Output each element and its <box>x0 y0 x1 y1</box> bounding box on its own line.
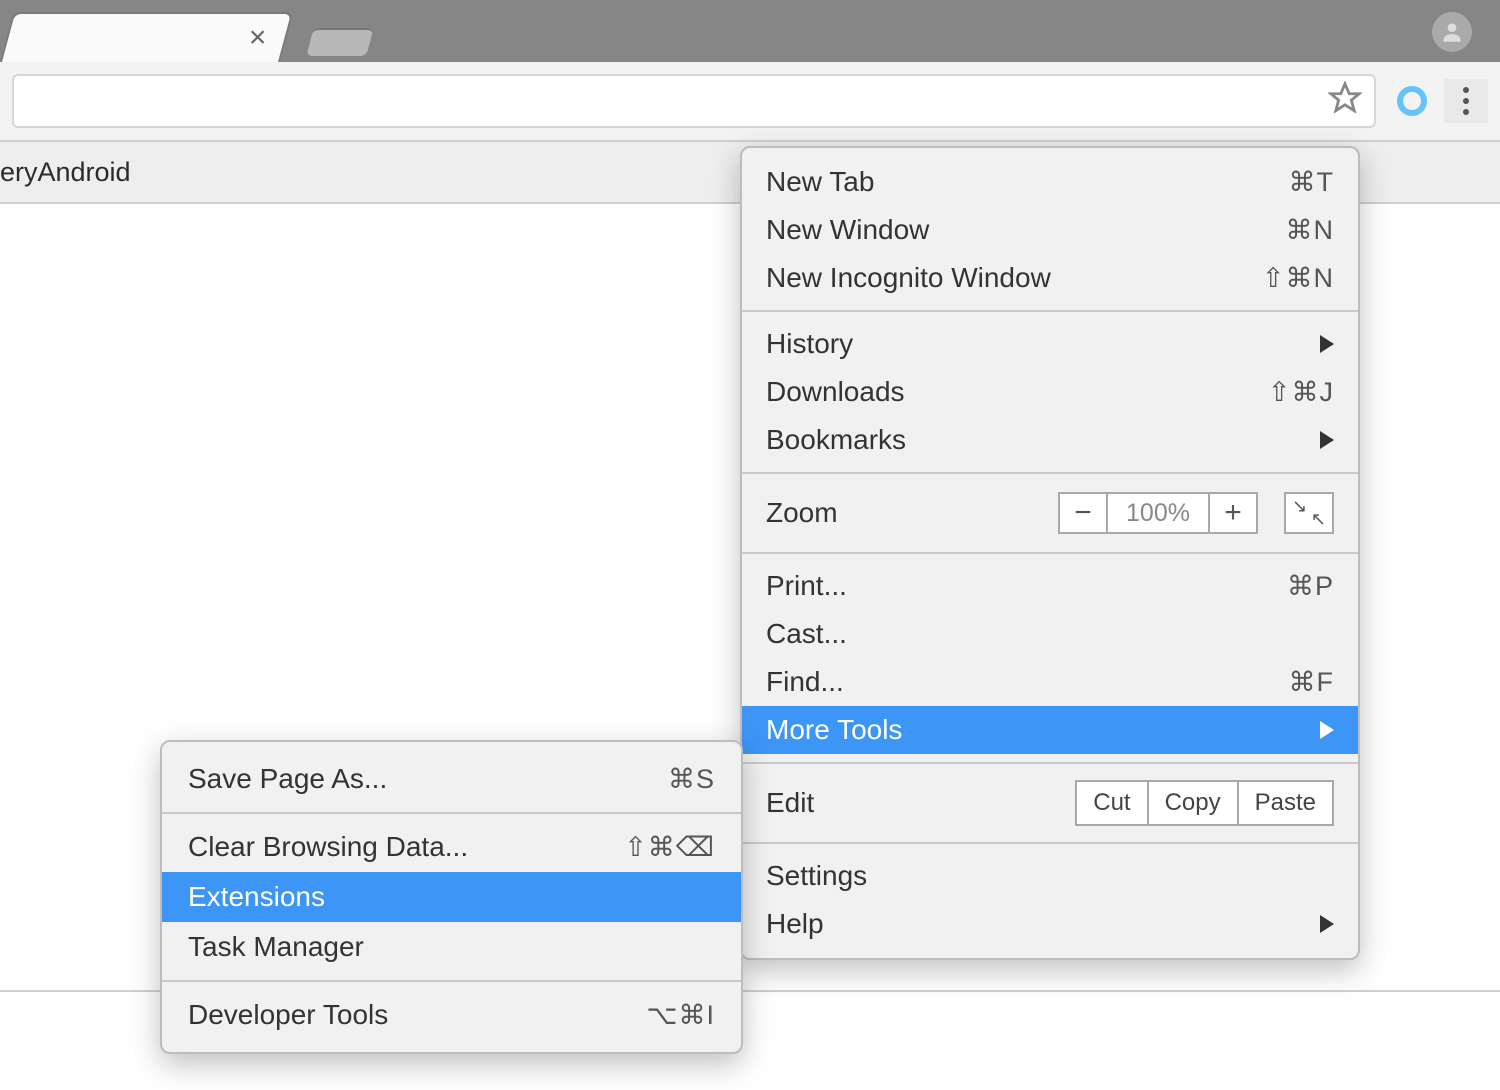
shortcut-text: ⌘N <box>1286 215 1335 246</box>
menu-item-label: Print... <box>766 570 1287 602</box>
close-tab-icon[interactable]: × <box>249 23 267 53</box>
page-path-text: eryAndroid <box>0 157 131 188</box>
zoom-value: 100% <box>1108 492 1208 534</box>
person-icon <box>1439 19 1465 45</box>
menu-new-tab[interactable]: New Tab ⌘T <box>742 158 1358 206</box>
menu-more-tools[interactable]: More Tools <box>742 706 1358 754</box>
address-bar[interactable] <box>12 74 1376 128</box>
kebab-dot-icon <box>1463 87 1469 93</box>
shortcut-text: ⌘P <box>1287 571 1334 602</box>
menu-new-incognito-window[interactable]: New Incognito Window ⇧⌘N <box>742 254 1358 302</box>
menu-print[interactable]: Print... ⌘P <box>742 562 1358 610</box>
menu-item-label: Help <box>766 908 1320 940</box>
menu-settings[interactable]: Settings <box>742 852 1358 900</box>
submenu-clear-browsing-data[interactable]: Clear Browsing Data... ⇧⌘⌫ <box>162 822 741 872</box>
menu-new-window[interactable]: New Window ⌘N <box>742 206 1358 254</box>
menu-item-label: New Tab <box>766 166 1289 198</box>
menu-item-label: Settings <box>766 860 1334 892</box>
menu-item-label: Cast... <box>766 618 1334 650</box>
menu-item-label: Downloads <box>766 376 1268 408</box>
menu-item-label: Edit <box>766 787 1075 819</box>
shortcut-text: ⇧⌘⌫ <box>624 832 715 863</box>
menu-separator <box>162 980 741 982</box>
shortcut-text: ⌥⌘I <box>646 1000 715 1031</box>
shortcut-text: ⌘F <box>1289 667 1335 698</box>
shortcut-text: ⌘S <box>668 764 715 795</box>
fullscreen-button[interactable] <box>1284 492 1334 534</box>
browser-toolbar <box>0 62 1500 142</box>
submenu-arrow-icon <box>1320 431 1334 449</box>
menu-bookmarks[interactable]: Bookmarks <box>742 416 1358 464</box>
copy-button[interactable]: Copy <box>1149 780 1239 826</box>
menu-zoom: Zoom − 100% + <box>742 482 1358 544</box>
submenu-task-manager[interactable]: Task Manager <box>162 922 741 972</box>
zoom-controls: − 100% + <box>1058 492 1258 534</box>
zoom-out-button[interactable]: − <box>1058 492 1108 534</box>
shortcut-text: ⌘T <box>1289 167 1335 198</box>
menu-find[interactable]: Find... ⌘F <box>742 658 1358 706</box>
menu-separator <box>742 552 1358 554</box>
shortcut-text: ⇧⌘J <box>1268 377 1334 408</box>
menu-history[interactable]: History <box>742 320 1358 368</box>
cut-button[interactable]: Cut <box>1075 780 1148 826</box>
menu-item-label: Extensions <box>188 881 715 913</box>
menu-item-label: More Tools <box>766 714 1320 746</box>
menu-item-label: New Incognito Window <box>766 262 1262 294</box>
paste-button[interactable]: Paste <box>1239 780 1334 826</box>
menu-separator <box>742 842 1358 844</box>
menu-help[interactable]: Help <box>742 900 1358 948</box>
menu-item-label: Save Page As... <box>188 763 668 795</box>
menu-edit: Edit Cut Copy Paste <box>742 772 1358 834</box>
chrome-main-menu: New Tab ⌘T New Window ⌘N New Incognito W… <box>740 146 1360 960</box>
menu-separator <box>742 762 1358 764</box>
zoom-in-button[interactable]: + <box>1208 492 1258 534</box>
menu-item-label: Developer Tools <box>188 999 646 1031</box>
edit-buttons: Cut Copy Paste <box>1075 780 1334 826</box>
profile-button[interactable] <box>1432 12 1472 52</box>
menu-item-label: Zoom <box>766 497 1058 529</box>
menu-separator <box>742 310 1358 312</box>
submenu-arrow-icon <box>1320 335 1334 353</box>
kebab-dot-icon <box>1463 98 1469 104</box>
bookmark-star-icon[interactable] <box>1328 81 1362 122</box>
new-tab-button[interactable] <box>306 28 374 56</box>
more-tools-submenu: Save Page As... ⌘S Clear Browsing Data..… <box>160 740 743 1054</box>
menu-downloads[interactable]: Downloads ⇧⌘J <box>742 368 1358 416</box>
menu-item-label: New Window <box>766 214 1286 246</box>
menu-item-label: Task Manager <box>188 931 715 963</box>
menu-cast[interactable]: Cast... <box>742 610 1358 658</box>
menu-item-label: History <box>766 328 1320 360</box>
extension-ring-button[interactable] <box>1390 79 1434 123</box>
browser-titlebar: × <box>0 0 1500 62</box>
submenu-arrow-icon <box>1320 721 1334 739</box>
kebab-dot-icon <box>1463 109 1469 115</box>
menu-item-label: Find... <box>766 666 1289 698</box>
shortcut-text: ⇧⌘N <box>1262 263 1334 294</box>
submenu-developer-tools[interactable]: Developer Tools ⌥⌘I <box>162 990 741 1040</box>
menu-separator <box>742 472 1358 474</box>
chrome-menu-button[interactable] <box>1444 79 1488 123</box>
menu-item-label: Clear Browsing Data... <box>188 831 624 863</box>
menu-separator <box>162 812 741 814</box>
submenu-extensions[interactable]: Extensions <box>162 872 741 922</box>
menu-item-label: Bookmarks <box>766 424 1320 456</box>
browser-tab[interactable]: × <box>0 12 293 62</box>
submenu-arrow-icon <box>1320 915 1334 933</box>
ring-icon <box>1397 86 1427 116</box>
submenu-save-page-as[interactable]: Save Page As... ⌘S <box>162 754 741 804</box>
